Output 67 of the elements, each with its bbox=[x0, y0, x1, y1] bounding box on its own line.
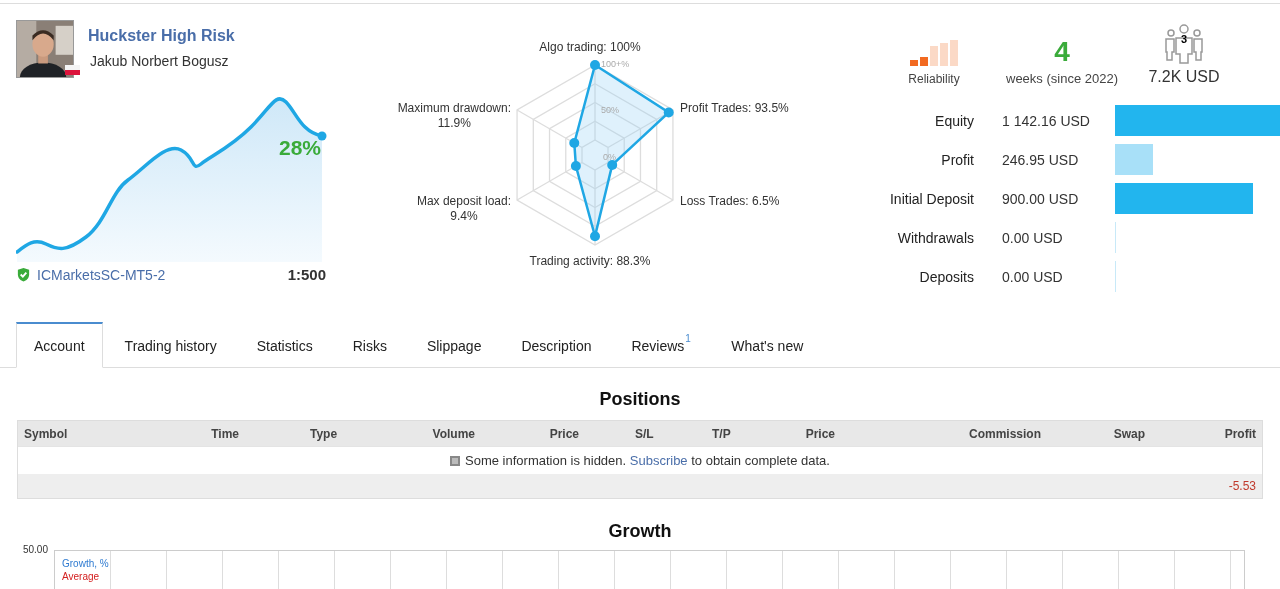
column-header: T/P bbox=[711, 426, 732, 441]
axis-label: Loss Trades: 6.5% bbox=[680, 194, 780, 209]
axis-label: Max deposit load: 9.4% bbox=[416, 194, 511, 224]
tab[interactable]: Risks bbox=[334, 322, 405, 368]
leverage-value: 1:500 bbox=[287, 266, 326, 283]
axis-label: Trading activity: 88.3% bbox=[528, 254, 652, 269]
subscriber-count: 3 bbox=[1179, 33, 1189, 45]
column-header: Swap bbox=[1112, 426, 1146, 441]
balance-value: 246.95 USD bbox=[1002, 151, 1080, 168]
tab[interactable]: Reviews$^{1}$ bbox=[613, 322, 710, 368]
column-header: Profit bbox=[1223, 426, 1257, 441]
column-header: Volume bbox=[431, 426, 476, 441]
reliability-bars-icon bbox=[910, 40, 958, 66]
axis-label: Profit Trades: 93.5% bbox=[680, 101, 789, 116]
balance-value: 1 142.16 USD bbox=[1002, 112, 1091, 129]
subscribe-link[interactable]: Subscribe bbox=[629, 453, 688, 468]
balance-value: 0.00 USD bbox=[1002, 229, 1064, 246]
reliability-label: Reliability bbox=[908, 72, 960, 86]
balance-value: 0.00 USD bbox=[1002, 268, 1064, 285]
server-link[interactable]: ICMarketsSC-MT5-2 bbox=[37, 266, 166, 283]
tab[interactable]: Description bbox=[503, 322, 610, 368]
column-header: Symbol bbox=[23, 426, 69, 441]
legend-label: Average bbox=[62, 571, 101, 582]
column-header: Price bbox=[804, 426, 836, 441]
legend-label: Growth, % bbox=[62, 558, 109, 569]
radar-point bbox=[590, 231, 600, 242]
growth-percent: 28% bbox=[279, 136, 322, 160]
radar-point bbox=[569, 138, 580, 149]
section-title: Growth bbox=[607, 521, 673, 542]
radar-point bbox=[570, 161, 581, 172]
weeks-label: weeks (since 2022) bbox=[1006, 71, 1118, 86]
tick-label: 0% bbox=[603, 152, 616, 162]
tab[interactable]: What's new bbox=[713, 322, 822, 368]
axis-label: Maximum drawdown: 11.9% bbox=[397, 101, 511, 131]
radar-point bbox=[607, 159, 618, 170]
radar-point bbox=[590, 60, 600, 70]
tab[interactable]: Statistics bbox=[238, 322, 331, 368]
strategy-name[interactable]: Huckster High Risk bbox=[88, 27, 235, 45]
section-title: Positions bbox=[598, 389, 682, 410]
review-count: 1 bbox=[685, 333, 691, 344]
column-header: S/L bbox=[634, 426, 655, 441]
author-name: Jakub Norbert Bogusz bbox=[90, 53, 229, 69]
y-axis-label: 50.00 bbox=[21, 544, 49, 555]
balance-label: Equity bbox=[934, 112, 974, 129]
axis-label: Algo trading: 100% bbox=[538, 40, 642, 55]
funds-value: 7.2K USD bbox=[1148, 68, 1220, 86]
column-header: Price bbox=[548, 426, 580, 441]
column-header: Type bbox=[309, 426, 339, 441]
balance-label: Withdrawals bbox=[896, 229, 974, 246]
tick-label: 50% bbox=[601, 105, 619, 115]
tab[interactable]: Slippage bbox=[408, 322, 500, 368]
tab[interactable]: Account bbox=[16, 322, 103, 368]
subscribers-icon bbox=[1164, 24, 1204, 64]
balance-label: Profit bbox=[940, 151, 974, 168]
column-header: Commission bbox=[968, 426, 1042, 441]
column-header: Time bbox=[210, 426, 240, 441]
balance-label: Initial Deposit bbox=[888, 190, 974, 207]
tab[interactable]: Trading history bbox=[106, 322, 235, 368]
hidden-info-icon bbox=[450, 455, 460, 466]
hidden-info-message: Some information is hidden. Subscribe to obtain complete data. bbox=[465, 453, 830, 468]
poland-flag-icon bbox=[65, 65, 80, 75]
tick-label: 100+% bbox=[601, 59, 630, 69]
balance-label: Deposits bbox=[918, 268, 974, 285]
weeks-count: 4 bbox=[1054, 37, 1070, 67]
balance-value: 900.00 USD bbox=[1002, 190, 1080, 207]
radar-point bbox=[663, 107, 674, 118]
total-profit: -5.53 bbox=[1228, 479, 1256, 493]
